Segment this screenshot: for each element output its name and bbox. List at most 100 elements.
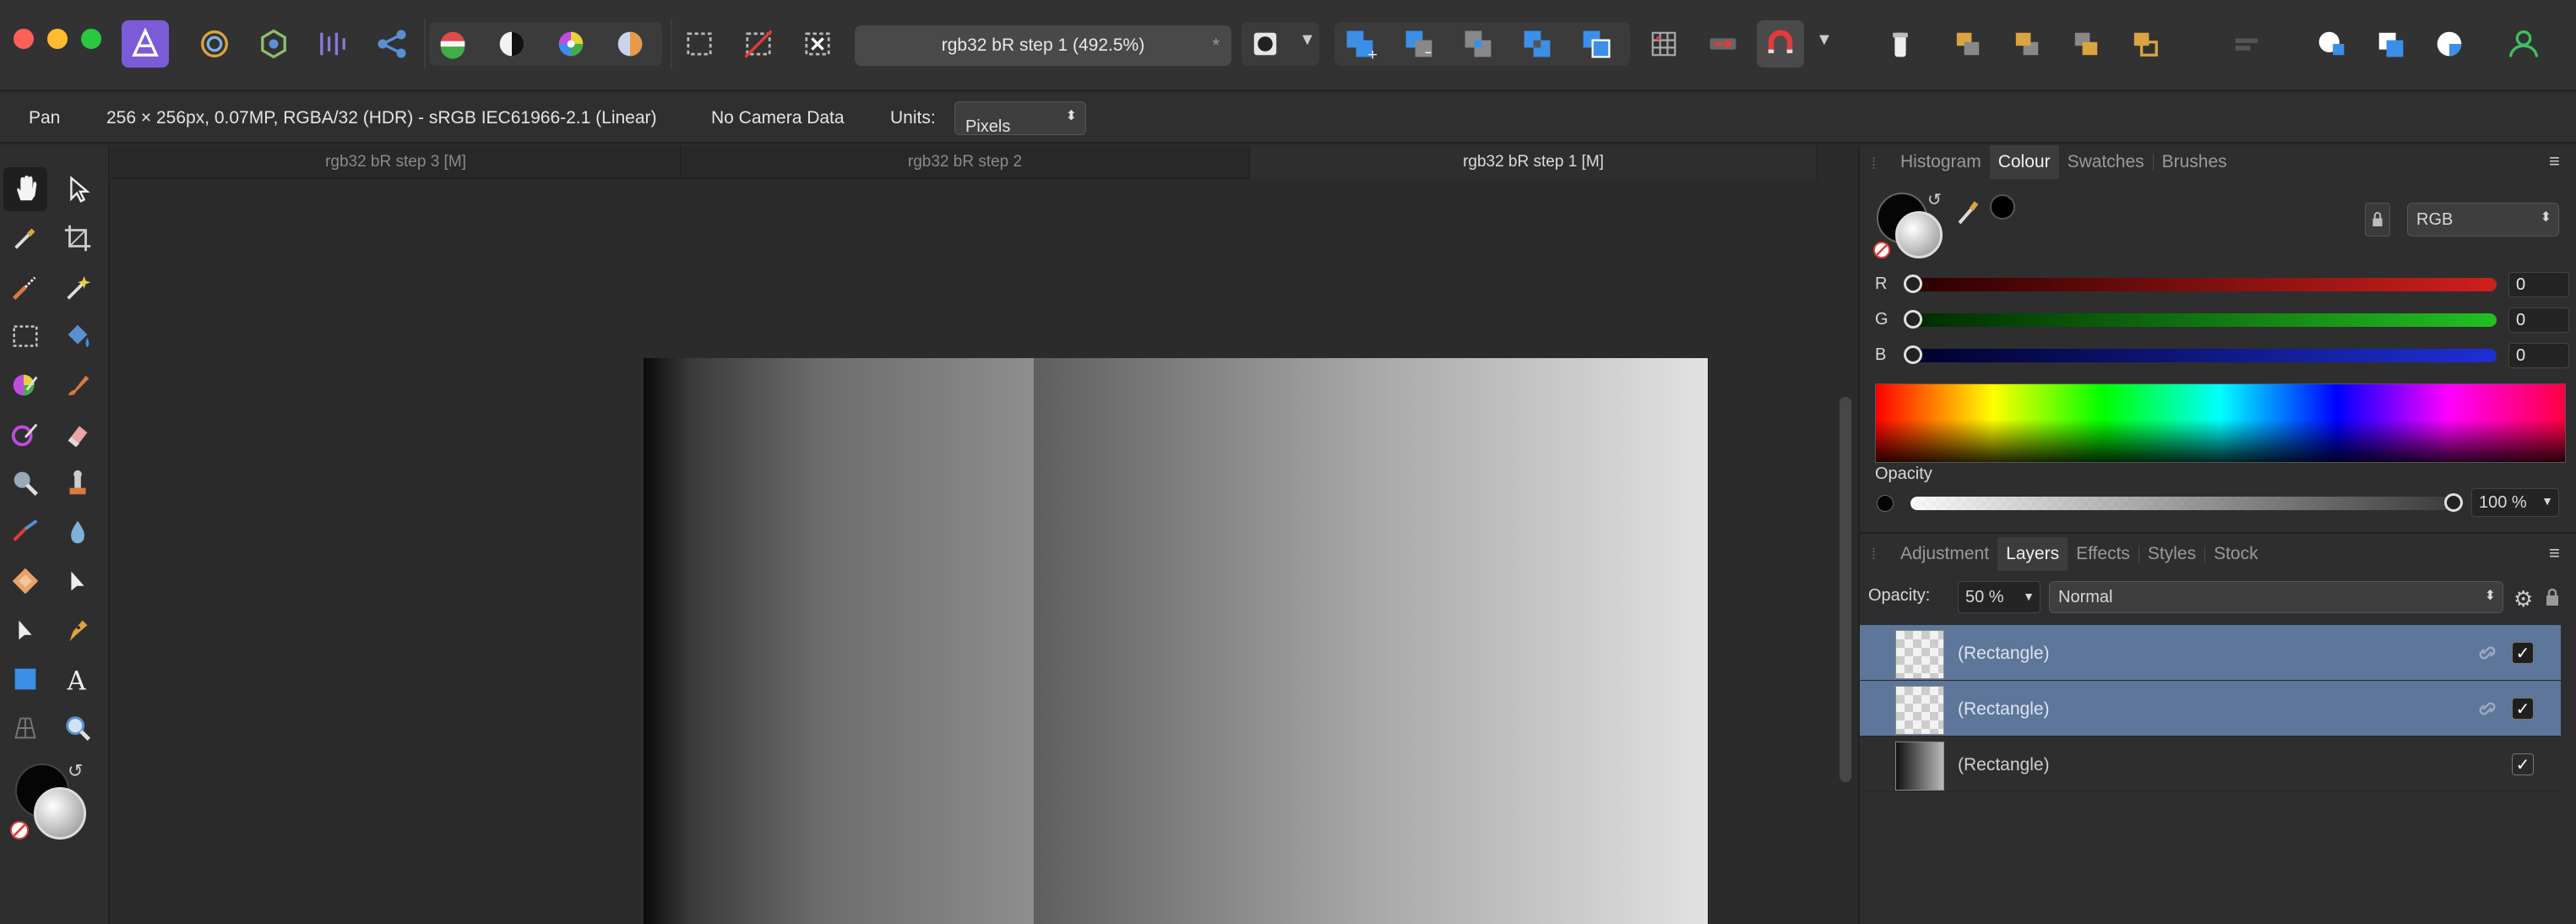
mesh-warp-tool-icon[interactable] [3,559,47,603]
color-picker-tool-icon[interactable] [3,216,47,260]
liquify-persona-icon[interactable] [191,20,238,68]
add-operation-icon[interactable]: + [1336,20,1383,68]
red-slider[interactable] [1909,278,2497,291]
speech-bubble-icon[interactable] [2307,20,2355,68]
export-persona-icon[interactable] [368,20,416,68]
layer-row-2[interactable]: (Rectangle) ✓ [1860,681,2561,736]
text-tool-icon[interactable]: A [56,657,100,701]
quick-mask-icon[interactable] [1242,20,1289,68]
delete-layer-icon[interactable] [1877,20,1924,68]
opacity-value-field[interactable]: 100 % ▼ [2471,488,2559,517]
tab-histogram[interactable]: Histogram [1892,145,1990,179]
swap-colors-icon[interactable]: ↺ [68,760,83,782]
invert-selection-icon[interactable] [794,20,841,68]
layer-row-3[interactable]: (Rectangle) ✓ [1860,736,2561,792]
opacity-slider-knob[interactable] [2444,493,2463,512]
levels-icon[interactable] [429,20,476,68]
divide-operation-icon[interactable] [1573,20,1620,68]
intersect-operation-icon[interactable] [1454,20,1502,68]
colour-none-icon[interactable] [1873,242,1890,258]
doc-tab-step-2[interactable]: rgb32 bR step 2 [681,145,1250,179]
flood-fill-tool-icon[interactable] [56,314,100,358]
tab-styles[interactable]: Styles [2139,537,2204,571]
move-to-front-icon[interactable] [2122,20,2169,68]
colour-model-select[interactable]: RGB ⬍ [2407,203,2559,236]
paint-brush-tool-icon[interactable] [56,363,100,407]
grid-toggle-icon[interactable] [1640,20,1687,68]
secondary-color-swatch[interactable] [34,787,86,840]
no-color-icon[interactable] [10,821,29,840]
eyedropper-icon[interactable] [1954,196,1981,226]
red-slider-knob[interactable] [1904,274,1922,293]
snapping-dropdown-chevron-icon[interactable]: ▼ [1816,30,1833,50]
tab-swatches[interactable]: Swatches [2059,145,2153,179]
green-value-field[interactable]: 0 [2508,307,2569,333]
blue-slider[interactable] [1909,349,2497,362]
layer-settings-gear-icon[interactable]: ⚙ [2514,586,2533,612]
blur-brush-tool-icon[interactable] [56,510,100,554]
blue-value-field[interactable]: 0 [2508,343,2569,368]
layer-row-1[interactable]: (Rectangle) ✓ [1860,625,2561,681]
patch-tool-icon[interactable] [3,510,47,554]
colour-secondary-swatch[interactable] [1895,211,1943,258]
layer-lock-icon[interactable] [2546,588,2559,606]
crop-tool-icon[interactable] [56,216,100,260]
white-balance-icon[interactable] [606,20,654,68]
marquee-tool-icon[interactable] [3,314,47,358]
move-to-back-icon[interactable] [1944,20,1992,68]
red-value-field[interactable]: 0 [2508,272,2569,297]
close-window-button[interactable] [14,29,34,49]
color-replacement-tool-icon[interactable] [3,412,47,456]
tab-effects[interactable]: Effects [2068,537,2139,571]
perspective-tool-icon[interactable] [3,706,47,750]
snapping-magnet-icon[interactable] [1757,20,1804,68]
canvas-image-left-gradient[interactable] [644,358,1034,924]
canvas-image-right-gradient[interactable] [1034,358,1708,924]
black-white-icon[interactable] [488,20,535,68]
clone-brush-tool-icon[interactable] [56,461,100,505]
zoom-window-button[interactable] [81,29,101,49]
canvas-vertical-scrollbar[interactable] [1840,397,1851,782]
align-icon[interactable] [2223,20,2270,68]
gradient-tool-icon[interactable] [3,363,47,407]
photo-persona-icon[interactable] [122,20,169,68]
layers-panel-menu-icon[interactable]: ≡ [2549,542,2560,564]
panel-menu-icon[interactable]: ≡ [2549,150,2560,172]
colour-swap-icon[interactable]: ↺ [1927,189,1942,210]
layer-opacity-dropdown-icon[interactable]: ▼ [2023,590,2035,603]
dodge-tool-icon[interactable] [3,461,47,505]
flood-select-tool-icon[interactable] [56,265,100,309]
pen-tool-icon[interactable] [56,608,100,652]
units-select[interactable]: Pixels ⬍ [954,101,1086,136]
tone-mapping-persona-icon[interactable] [309,20,356,68]
green-slider-knob[interactable] [1904,310,1922,329]
tab-colour[interactable]: Colour [1989,145,2059,179]
layer-visibility-checkbox[interactable]: ✓ [2512,753,2534,775]
marquee-selection-icon[interactable] [676,20,723,68]
layer-link-icon[interactable] [2476,698,2498,720]
opacity-slider[interactable] [1910,497,2451,510]
lock-colour-icon[interactable] [2365,203,2390,236]
move-forward-one-icon[interactable] [2062,20,2110,68]
tab-layers[interactable]: Layers [1997,537,2068,571]
move-back-one-icon[interactable] [2003,20,2051,68]
erase-brush-tool-icon[interactable] [56,412,100,456]
account-icon[interactable] [2500,20,2547,68]
tab-brushes[interactable]: Brushes [2154,145,2236,179]
blue-slider-knob[interactable] [1904,345,1922,364]
pointer-tool-icon[interactable] [3,608,47,652]
layer-visibility-checkbox[interactable]: ✓ [2512,642,2534,664]
develop-persona-icon[interactable] [250,20,297,68]
selection-brush-tool-icon[interactable] [3,265,47,309]
copy-shape-icon[interactable] [2367,20,2414,68]
layer-visibility-checkbox[interactable]: ✓ [2512,698,2534,720]
blend-mode-select[interactable]: Normal ⬍ [2049,581,2503,613]
xor-operation-icon[interactable] [1514,20,1561,68]
opacity-dropdown-chevron-icon[interactable]: ▼ [2541,494,2553,508]
move-tool-icon[interactable] [56,167,100,211]
tab-stock[interactable]: Stock [2205,537,2267,571]
layer-opacity-field[interactable]: 50 % ▼ [1958,581,2041,613]
hue-saturation-icon[interactable] [547,20,595,68]
zoom-tool-icon[interactable] [56,706,100,750]
subtract-operation-icon[interactable]: – [1395,20,1443,68]
